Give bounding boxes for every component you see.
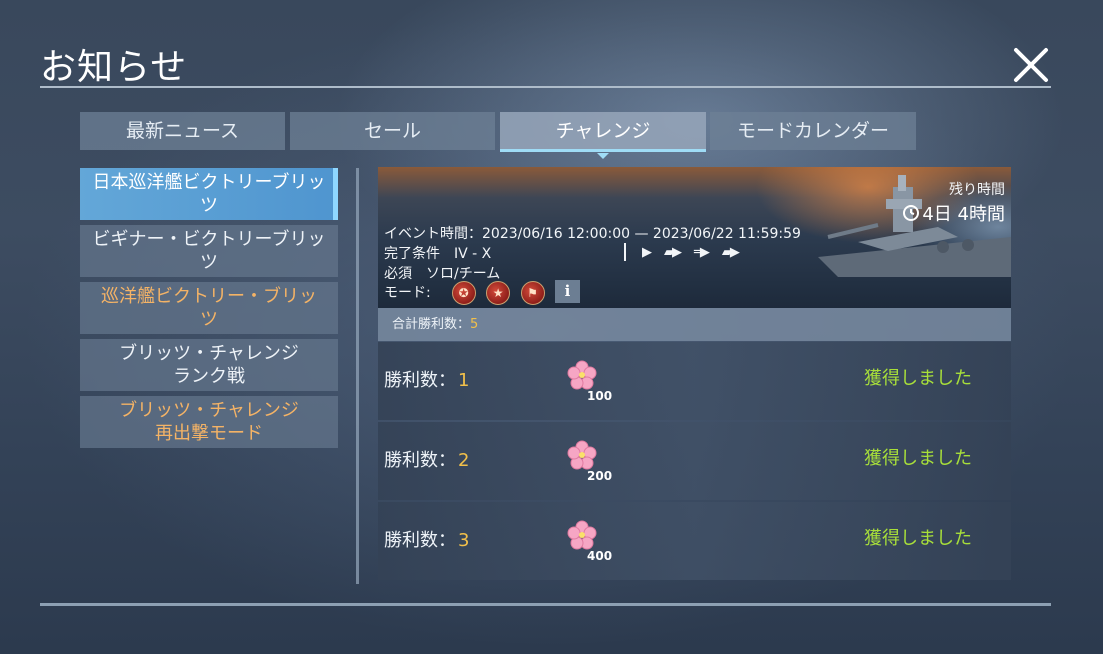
reward-status: 獲得しました bbox=[864, 528, 972, 549]
total-wins: 合計勝利数：5 bbox=[392, 308, 478, 341]
reward-wins-value: 1 bbox=[458, 370, 470, 391]
reward-wins-label: 勝利数： bbox=[384, 530, 456, 551]
reward-wins: 勝利数： 3 bbox=[384, 526, 469, 552]
remaining-time: 4日 4時間 bbox=[902, 200, 1005, 226]
reward-wins-label: 勝利数： bbox=[384, 450, 456, 471]
reward-row: 勝利数： 2 200 獲得しました bbox=[378, 422, 1011, 500]
sidebar-item-label: ツ bbox=[199, 252, 218, 273]
mode-label: モード: bbox=[384, 285, 431, 301]
tab-mode-calendar[interactable]: モードカレンダー bbox=[710, 112, 916, 150]
skip-icon[interactable]: ▰▶ bbox=[722, 245, 740, 260]
sidebar-item-label: ブリッツ・チャレンジ bbox=[119, 400, 299, 421]
reward-wins-value: 2 bbox=[458, 450, 470, 471]
sidebar-item-label: ツ bbox=[199, 195, 218, 216]
close-icon[interactable] bbox=[1008, 42, 1054, 88]
fast-forward-icon[interactable]: ▰▶ bbox=[664, 245, 682, 260]
sidebar-item-blitz-challenge-ranked[interactable]: ブリッツ・チャレンジ ランク戦 bbox=[80, 339, 338, 391]
reward-amount: 200 bbox=[587, 469, 613, 483]
header-divider bbox=[40, 86, 1051, 88]
completion-condition: 完了条件 IV - X bbox=[384, 246, 492, 262]
sidebar-item-blitz-challenge-respawn[interactable]: ブリッツ・チャレンジ 再出撃モード bbox=[80, 396, 338, 448]
reward-status: 獲得しました bbox=[864, 368, 972, 389]
reward-amount: 100 bbox=[587, 389, 613, 403]
sakura-icon bbox=[567, 440, 597, 470]
mode-icon-respawn: ⚑ bbox=[520, 281, 545, 305]
sidebar-item-cruiser-victory-blitz[interactable]: 巡洋艦ビクトリー・ブリッ ツ bbox=[80, 282, 338, 334]
sakura-icon bbox=[567, 520, 597, 550]
playback-bar-icon bbox=[624, 243, 626, 261]
next-icon[interactable]: ═▶ bbox=[694, 245, 710, 260]
reward-row: 勝利数： 1 100 獲得しました bbox=[378, 342, 1011, 420]
tab-challenge[interactable]: チャレンジ bbox=[500, 112, 706, 159]
reward-status: 獲得しました bbox=[864, 448, 972, 469]
tab-latest-news[interactable]: 最新ニュース bbox=[80, 112, 285, 150]
reward-row: 勝利数： 3 400 獲得しました bbox=[378, 502, 1011, 580]
page-title: お知らせ bbox=[40, 47, 188, 88]
sakura-icon bbox=[567, 360, 597, 390]
reward-wins: 勝利数： 1 bbox=[384, 366, 469, 392]
clock-icon bbox=[903, 205, 920, 221]
remaining-time-value: 4日 4時間 bbox=[922, 204, 1005, 225]
mode-icon-ranked: ✪ bbox=[451, 281, 476, 305]
reward-wins-label: 勝利数： bbox=[384, 370, 456, 391]
event-time: イベント時間：2023/06/16 12:00:00 — 2023/06/22 … bbox=[384, 226, 801, 242]
sidebar-item-label: ランク戦 bbox=[172, 366, 245, 387]
banner-playback-controls: ▶ ▰▶ ═▶ ▰▶ bbox=[624, 243, 752, 261]
sidebar-item-beginner-victory-blitz[interactable]: ビギナー・ビクトリーブリッ ツ bbox=[80, 225, 338, 277]
footer-divider bbox=[40, 603, 1051, 606]
sidebar-item-label: ツ bbox=[200, 309, 218, 330]
total-wins-value: 5 bbox=[470, 317, 479, 332]
total-wins-bar: 合計勝利数：5 bbox=[378, 308, 1011, 341]
required-mode: 必須 ソロ/チーム bbox=[384, 266, 501, 282]
content-scrollbar[interactable] bbox=[356, 168, 359, 584]
reward-wins: 勝利数： 2 bbox=[384, 446, 469, 472]
sidebar-item-label: ビギナー・ビクトリーブリッ bbox=[92, 229, 326, 250]
info-button[interactable]: i bbox=[555, 280, 580, 303]
reward-wins-value: 3 bbox=[458, 530, 470, 551]
total-wins-label: 合計勝利数： bbox=[392, 317, 471, 332]
tab-sale[interactable]: セール bbox=[290, 112, 495, 150]
sidebar-item-label: 巡洋艦ビクトリー・ブリッ bbox=[101, 286, 317, 307]
play-icon[interactable]: ▶ bbox=[642, 245, 652, 260]
remaining-time-label: 残り時間 bbox=[949, 182, 1005, 198]
sidebar-item-label: ブリッツ・チャレンジ bbox=[119, 343, 299, 364]
reward-amount: 400 bbox=[587, 549, 613, 563]
sidebar-item-japanese-cruiser-victory-blitz[interactable]: 日本巡洋艦ビクトリーブリッ ツ bbox=[80, 168, 338, 220]
event-banner: 残り時間 4日 4時間 イベント時間：2023/06/16 12:00:00 —… bbox=[378, 167, 1011, 308]
sidebar-item-label: 再出撃モード bbox=[154, 423, 263, 444]
sidebar-item-label: 日本巡洋艦ビクトリーブリッ bbox=[92, 172, 326, 193]
mode-icon-star: ★ bbox=[486, 281, 511, 305]
mode-row: モード: ✪ ★ ⚑ bbox=[384, 281, 551, 305]
